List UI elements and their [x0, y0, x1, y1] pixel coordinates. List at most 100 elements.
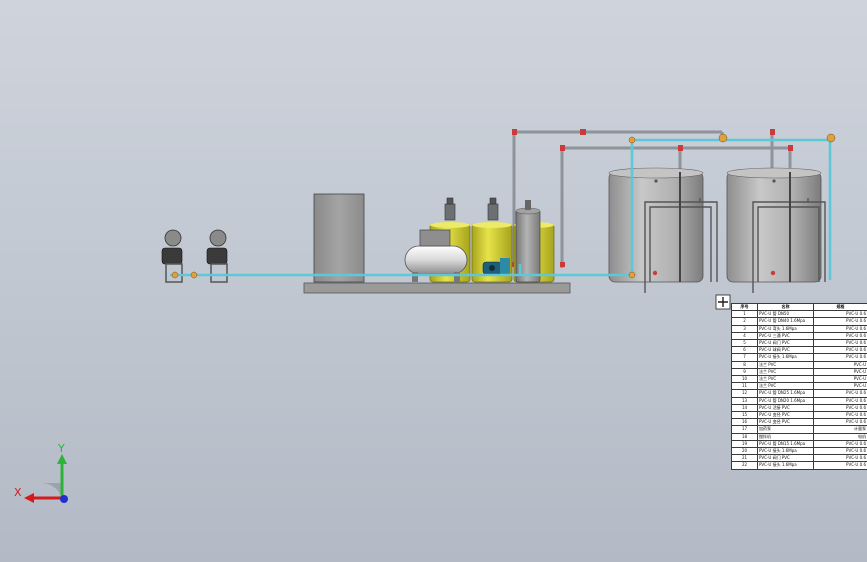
bill-of-materials-table: 序号 名称 规格 1 PVC-U 管 DN50 PVC-U 0.6 2 PVC-U 管 … [731, 302, 867, 470]
bom-cell-spec: PVC-U 0.6 [813, 461, 867, 470]
bom-cell-name: 法兰 PVC [757, 382, 814, 391]
agitator-motors [444, 197, 499, 221]
bom-cell-no: 21 [731, 454, 758, 463]
bom-cell-name: 法兰 PVC [757, 375, 814, 384]
control-cabinet [313, 193, 365, 283]
bom-cell-name: 法兰 PVC [757, 360, 814, 369]
bom-cell-no: 6 [731, 346, 758, 355]
bom-cell-name: PVC-U 管 DN50 [757, 310, 814, 319]
bom-cell-spec: PVC-U [813, 360, 867, 369]
bom-row: 19 PVC-U 管 DN15 1.6Mpa PVC-U 0.6 [731, 439, 867, 449]
bom-cell-no: 10 [731, 375, 758, 384]
bom-row: 22 PVC-U 接头 1.6Mpa PVC-U 0.6 [731, 461, 867, 470]
bom-cell-spec: PVC-U 0.6 [813, 418, 867, 427]
bom-row: 12 PVC-U 管 DN25 1.6Mpa PVC-U 0.6 [731, 389, 867, 398]
bom-row: 9 法兰 PVC PVC-U [731, 367, 867, 377]
bom-cell-no: 19 [731, 439, 758, 449]
bom-cell-name: PVC-U 阀门 PVC [757, 454, 814, 463]
bom-cell-no: 9 [731, 367, 758, 377]
bom-cell-spec: PVC-U 0.6 [813, 339, 867, 348]
bom-cell-name: PVC-U 球阀 PVC [757, 346, 814, 355]
bom-cell-no: 18 [731, 432, 758, 441]
bom-row: 5 PVC-U 阀门 PVC PVC-U 0.6 [731, 339, 867, 348]
bom-cell-name: PVC-U 管 DN25 1.6Mpa [757, 389, 814, 398]
bom-cell-spec: PVC-U 0.6 [813, 389, 867, 398]
bom-row: 15 PVC-U 变径 PVC PVC-U 0.6 [731, 411, 867, 420]
bom-cell-spec: 电机 [813, 432, 867, 441]
bom-cell-spec: PVC-U 0.6 [813, 346, 867, 355]
bom-row: 14 PVC-U 活接 PVC PVC-U 0.6 [731, 403, 867, 413]
coordinate-triad: Y X [14, 442, 68, 503]
bom-cell-no: 12 [731, 389, 758, 398]
bom-header-row: 序号 名称 规格 [731, 302, 867, 312]
skid-base [303, 282, 571, 294]
bom-cell-spec: PVC-U 0.6 [813, 310, 867, 319]
bom-header-no: 序号 [731, 302, 758, 312]
bom-cell-spec: PVC-U 0.6 [813, 396, 867, 405]
bom-row: 13 PVC-U 管 DN20 1.6Mpa PVC-U 0.6 [731, 396, 867, 405]
bom-cell-no: 17 [731, 425, 758, 434]
bom-row: 2 PVC-U 管 DN40 1.6Mpa PVC-U 0.6 [731, 317, 867, 326]
bom-cell-spec: 计量泵 [813, 425, 867, 434]
bom-cell-name: PVC-U 管 DN40 1.6Mpa [757, 317, 814, 326]
bom-cell-name: PVC-U 接头 1.6Mpa [757, 461, 814, 470]
bom-row: 11 法兰 PVC PVC-U [731, 382, 867, 391]
bom-cell-name: 搅拌机 [757, 432, 814, 441]
bom-cell-spec: PVC-U 0.6 [813, 324, 867, 333]
y-axis-label: Y [57, 442, 65, 455]
bom-cell-name: PVC-U 三通 PVC [757, 331, 814, 341]
bom-body: 1 PVC-U 管 DN50 PVC-U 0.6 2 PVC-U 管 DN40 1.6M… [731, 310, 867, 470]
bom-row: 8 法兰 PVC PVC-U [731, 360, 867, 369]
bom-cell-no: 4 [731, 331, 758, 341]
bom-cell-name: PVC-U 变径 PVC [757, 418, 814, 427]
bom-cell-name: 加药泵 [757, 425, 814, 434]
bom-cell-no: 3 [731, 324, 758, 333]
bom-row: 4 PVC-U 三通 PVC PVC-U 0.6 [731, 331, 867, 341]
bom-cell-name: PVC-U 接头 1.6Mpa [757, 447, 814, 456]
bom-header-spec: 规格 [813, 302, 867, 312]
bom-row: 21 PVC-U 阀门 PVC PVC-U 0.6 [731, 454, 867, 463]
bom-cell-no: 13 [731, 396, 758, 405]
bom-cell-no: 11 [731, 382, 758, 391]
bom-row: 1 PVC-U 管 DN50 PVC-U 0.6 [731, 310, 867, 319]
bom-cell-no: 1 [731, 310, 758, 319]
bom-cell-no: 20 [731, 447, 758, 456]
bom-row: 20 PVC-U 接头 1.6Mpa PVC-U 0.6 [731, 447, 867, 456]
bom-cell-name: PVC-U 变径 PVC [757, 411, 814, 420]
bom-cell-spec: PVC-U [813, 375, 867, 384]
bom-cell-name: 法兰 PVC [757, 367, 814, 377]
bom-cell-no: 15 [731, 411, 758, 420]
bom-cell-spec: PVC-U 0.6 [813, 454, 867, 463]
bom-cell-name: PVC-U 活接 PVC [757, 403, 814, 413]
bom-cell-no: 5 [731, 339, 758, 348]
bom-row: 10 法兰 PVC PVC-U [731, 375, 867, 384]
storage-tank-2 [726, 167, 822, 283]
bom-cell-spec: PVC-U 0.6 [813, 439, 867, 449]
cad-scene [161, 129, 836, 310]
bom-cell-no: 7 [731, 353, 758, 362]
bom-cell-spec: PVC-U [813, 367, 867, 377]
bom-cell-no: 16 [731, 418, 758, 427]
bom-cell-spec: PVC-U 0.6 [813, 317, 867, 326]
bom-cell-spec: PVC-U 0.6 [813, 447, 867, 456]
bom-cell-spec: PVC-U 0.6 [813, 403, 867, 413]
bom-cell-name: PVC-U 管 DN20 1.6Mpa [757, 396, 814, 405]
bom-cell-spec: PVC-U [813, 382, 867, 391]
bom-cell-spec: PVC-U 0.6 [813, 353, 867, 362]
bom-cell-name: PVC-U 弯头 1.6Mpa [757, 324, 814, 333]
bom-row: 7 PVC-U 接头 1.6Mpa PVC-U 0.6 [731, 353, 867, 362]
bom-cell-no: 14 [731, 403, 758, 413]
bom-row: 6 PVC-U 球阀 PVC PVC-U 0.6 [731, 346, 867, 355]
bom-cell-no: 2 [731, 317, 758, 326]
bom-cell-name: PVC-U 阀门 PVC [757, 339, 814, 348]
bom-row: 18 搅拌机 电机 [731, 432, 867, 441]
bom-row: 16 PVC-U 变径 PVC PVC-U 0.6 [731, 418, 867, 427]
move-handle-icon[interactable] [715, 294, 731, 310]
bom-cell-name: PVC-U 接头 1.6Mpa [757, 353, 814, 362]
x-axis-label: X [14, 486, 22, 499]
bom-row: 17 加药泵 计量泵 [731, 425, 867, 434]
bom-row: 3 PVC-U 弯头 1.6Mpa PVC-U 0.6 [731, 324, 867, 333]
bom-cell-no: 22 [731, 461, 758, 470]
bom-header-name: 名称 [757, 302, 814, 312]
bom-cell-name: PVC-U 管 DN15 1.6Mpa [757, 439, 814, 449]
